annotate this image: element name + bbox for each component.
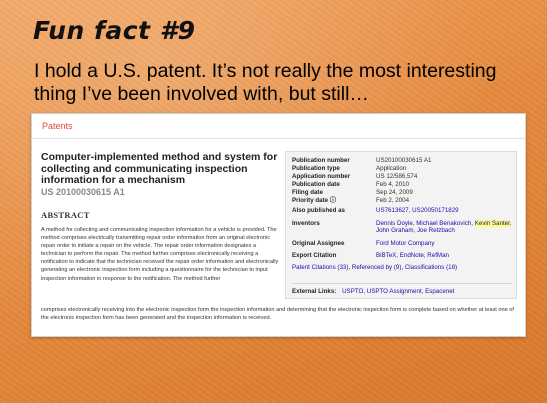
meta-value: BiBTeX, EndNote, RefMan — [376, 252, 449, 259]
patents-header: Patents — [32, 114, 525, 139]
also-published-link[interactable]: US20050171829 — [412, 207, 458, 214]
patent-screenshot: Patents Computer-implemented method and … — [31, 113, 526, 337]
espacenet-link[interactable]: Espacenet — [425, 288, 454, 295]
meta-label: Also published as — [292, 207, 345, 214]
info-icon[interactable]: ⓘ — [330, 197, 336, 204]
meta-label: Publication type — [292, 165, 340, 172]
meta-value: US20100030615 A1 — [376, 157, 432, 164]
slide-title: Fun fact #9 — [33, 16, 196, 45]
uspto-assignment-link[interactable]: USPTO Assignment — [367, 288, 422, 295]
meta-divider — [292, 283, 512, 284]
export-link[interactable]: RefMan — [427, 252, 449, 259]
meta-value: Dennis Doyle, Michael Benakovich, Kevin … — [376, 220, 512, 235]
meta-value: Sep 24, 2009 — [376, 189, 413, 196]
meta-label: Original Assignee — [292, 240, 345, 247]
patent-number: US 20100030615 A1 — [41, 187, 125, 197]
meta-value: Ford Motor Company — [376, 240, 518, 247]
external-links-row: External Links: USPTO, USPTO Assignment,… — [292, 288, 455, 295]
meta-label: Inventors — [292, 220, 320, 227]
meta-value: Feb 4, 2010 — [376, 181, 410, 188]
meta-value: Application — [376, 165, 407, 172]
classifications-link[interactable]: Classifications (18) — [405, 264, 457, 271]
assignee-link[interactable]: Ford Motor Company — [376, 240, 434, 247]
inventor-link[interactable]: Dennis Doyle — [376, 220, 413, 227]
inventor-link-highlighted[interactable]: Kevin Santer — [474, 220, 510, 227]
inventor-link[interactable]: Michael Benakovich — [416, 220, 471, 227]
abstract-heading: ABSTRACT — [41, 210, 90, 220]
referenced-by-link[interactable]: Referenced by (9) — [352, 264, 402, 271]
inventor-link[interactable]: John Graham — [376, 227, 414, 234]
export-link[interactable]: EndNote — [400, 252, 424, 259]
meta-label: Export Citation — [292, 252, 337, 259]
meta-value: US7613627, US20050171829 — [376, 207, 459, 214]
meta-row-citations: Patent Citations (33), Referenced by (9)… — [292, 264, 457, 271]
meta-label: Priority date ⓘ — [292, 197, 374, 204]
inventor-link[interactable]: Joe Retzbach — [417, 227, 455, 234]
meta-label: Publication date — [292, 181, 340, 188]
uspto-link[interactable]: USPTO — [342, 288, 363, 295]
meta-value: Feb 2, 2004 — [376, 197, 410, 204]
patent-metadata-panel: Publication number US20100030615 A1 Publ… — [285, 151, 517, 299]
external-links-label: External Links: — [292, 288, 337, 295]
export-link[interactable]: BiBTeX — [376, 252, 396, 259]
meta-value: US 12/586,574 — [376, 173, 418, 180]
abstract-text: A method for collecting and communicatin… — [41, 227, 279, 282]
meta-label: Application number — [292, 173, 351, 180]
patents-logo[interactable]: Patents — [42, 121, 73, 131]
slide-body-text: I hold a U.S. patent. It’s not really th… — [34, 60, 497, 105]
abstract-text-continued: comprises electronically receiving into … — [41, 307, 514, 322]
also-published-link[interactable]: US7613627 — [376, 207, 409, 214]
meta-label: Filing date — [292, 189, 323, 196]
patent-citations-link[interactable]: Patent Citations (33) — [292, 264, 348, 271]
meta-label: Publication number — [292, 157, 350, 164]
patent-title: Computer-implemented method and system f… — [41, 151, 278, 186]
citation-links: Patent Citations (33), Referenced by (9)… — [292, 264, 458, 271]
priority-date-label: Priority date — [292, 197, 329, 204]
